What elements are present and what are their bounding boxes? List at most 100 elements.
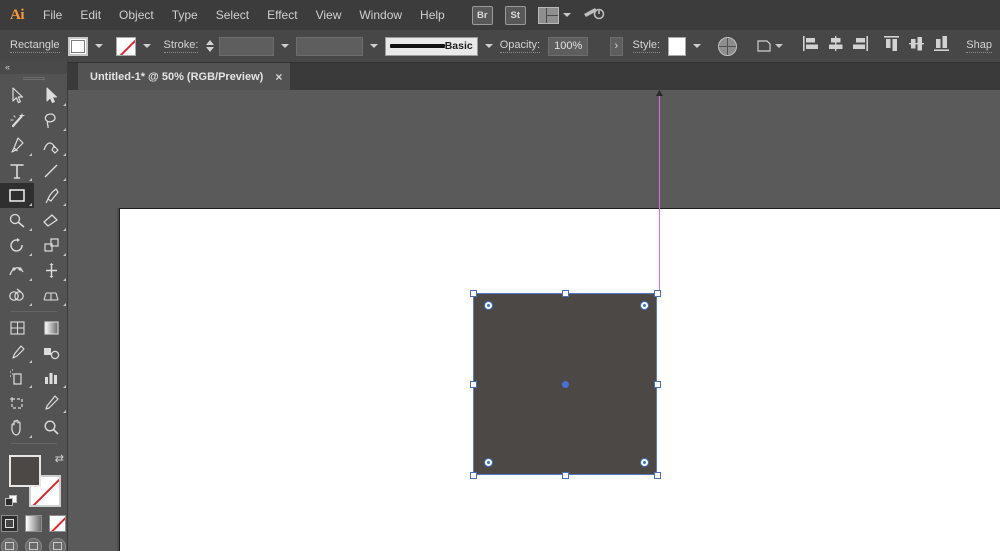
width-tool[interactable] xyxy=(0,258,34,283)
handle-middle-right[interactable] xyxy=(653,380,661,388)
stepper-up-icon[interactable] xyxy=(206,40,215,45)
handle-middle-left[interactable] xyxy=(469,380,477,388)
drawing-mode-behind-button[interactable] xyxy=(25,538,42,551)
zoom-tool[interactable] xyxy=(34,415,68,440)
chevron-down-icon[interactable] xyxy=(775,44,784,48)
direct-selection-tool[interactable] xyxy=(34,83,68,108)
chevron-down-icon[interactable] xyxy=(281,44,290,48)
mesh-tool[interactable] xyxy=(0,315,34,340)
stock-button[interactable]: St xyxy=(504,5,526,25)
paintbrush-tool[interactable] xyxy=(34,183,68,208)
chevron-down-icon[interactable] xyxy=(484,44,493,48)
fill-color-control[interactable] xyxy=(67,36,110,56)
eyedropper-tool[interactable] xyxy=(0,340,34,365)
artboard-tool[interactable] xyxy=(0,390,34,415)
type-tool[interactable] xyxy=(0,158,34,183)
symbol-sprayer-tool[interactable] xyxy=(0,365,34,390)
slice-tool[interactable] xyxy=(34,390,68,415)
collapse-panel-icon[interactable]: « xyxy=(5,62,10,72)
handle-bottom-left[interactable] xyxy=(469,471,477,479)
none-mode-button[interactable] xyxy=(49,515,66,532)
pen-tool[interactable] xyxy=(0,133,34,158)
shape-label[interactable]: Shap xyxy=(966,39,992,53)
color-mode-button[interactable] xyxy=(1,515,18,532)
smart-guide-line xyxy=(659,91,660,293)
magic-wand-tool[interactable] xyxy=(0,108,34,133)
tool-divider xyxy=(0,308,68,315)
shape-builder-tool[interactable] xyxy=(0,283,34,308)
rotate-tool[interactable] xyxy=(0,233,34,258)
canvas-area[interactable] xyxy=(68,90,1000,551)
handle-top-center[interactable] xyxy=(561,289,569,297)
bridge-button[interactable]: Br xyxy=(471,5,493,25)
curvature-tool[interactable] xyxy=(34,133,68,158)
graphic-style-swatch[interactable] xyxy=(668,36,687,56)
gradient-mode-button[interactable] xyxy=(25,515,42,532)
stroke-swatch-none[interactable] xyxy=(115,36,136,56)
blend-tool[interactable] xyxy=(34,340,68,365)
stroke-color-control[interactable] xyxy=(115,36,158,56)
align-center-horizontal-icon[interactable] xyxy=(827,35,844,57)
drawing-mode-inside-button[interactable] xyxy=(49,538,66,551)
corner-radius-widget-bottom-right[interactable] xyxy=(640,458,649,467)
menu-effect[interactable]: Effect xyxy=(258,0,306,30)
line-segment-tool[interactable] xyxy=(34,158,68,183)
corner-radius-widget-top-left[interactable] xyxy=(484,301,493,310)
menu-view[interactable]: View xyxy=(307,0,351,30)
handle-bottom-center[interactable] xyxy=(561,471,569,479)
stroke-weight-stepper[interactable] xyxy=(206,40,215,52)
align-bottom-icon[interactable] xyxy=(933,35,950,57)
arrange-documents-button[interactable] xyxy=(537,6,571,24)
menu-select[interactable]: Select xyxy=(207,0,258,30)
align-top-icon[interactable] xyxy=(883,35,900,57)
align-left-icon[interactable] xyxy=(802,35,819,57)
corner-radius-widget-bottom-left[interactable] xyxy=(484,458,493,467)
fill-swatch[interactable] xyxy=(67,36,88,56)
align-center-vertical-icon[interactable] xyxy=(908,35,925,57)
hand-tool[interactable] xyxy=(0,415,34,440)
opacity-input[interactable]: 100% xyxy=(548,36,589,56)
chevron-down-icon[interactable] xyxy=(94,44,103,48)
rectangle-tool[interactable] xyxy=(0,183,34,208)
chevron-down-icon[interactable] xyxy=(142,44,151,48)
chevron-down-icon[interactable] xyxy=(693,44,702,48)
menu-type[interactable]: Type xyxy=(163,0,207,30)
drawing-mode-normal-button[interactable] xyxy=(1,538,18,551)
menu-window[interactable]: Window xyxy=(350,0,411,30)
stroke-profile-dropdown[interactable] xyxy=(296,36,363,56)
document-tab[interactable]: Untitled-1* @ 50% (RGB/Preview) × xyxy=(78,63,291,90)
transform-panel-button[interactable] xyxy=(756,38,784,54)
selection-tool[interactable] xyxy=(0,83,34,108)
corner-radius-widget-top-right[interactable] xyxy=(640,301,649,310)
scale-tool[interactable] xyxy=(34,233,68,258)
column-graph-tool[interactable] xyxy=(34,365,68,390)
menu-help[interactable]: Help xyxy=(411,0,454,30)
close-icon[interactable]: × xyxy=(275,71,282,83)
lasso-tool[interactable] xyxy=(34,108,68,133)
menu-object[interactable]: Object xyxy=(110,0,163,30)
handle-top-left[interactable] xyxy=(469,289,477,297)
menu-edit[interactable]: Edit xyxy=(71,0,110,30)
brush-definition-dropdown[interactable]: Basic xyxy=(384,36,478,56)
stepper-down-icon[interactable] xyxy=(206,47,215,52)
gradient-tool[interactable] xyxy=(34,315,68,340)
center-anchor-point[interactable] xyxy=(561,380,569,388)
tools-panel-grip[interactable] xyxy=(0,74,67,83)
handle-top-right[interactable] xyxy=(653,289,661,297)
opacity-more-button[interactable]: › xyxy=(610,36,623,56)
shaper-tool[interactable] xyxy=(0,208,34,233)
fill-color-indicator[interactable] xyxy=(9,455,41,487)
perspective-grid-tool[interactable] xyxy=(34,283,68,308)
workspace-search-icon[interactable] xyxy=(583,5,605,26)
eraser-tool[interactable] xyxy=(34,208,68,233)
recolor-artwork-icon[interactable] xyxy=(718,36,738,56)
menu-file[interactable]: File xyxy=(34,0,71,30)
handle-bottom-right[interactable] xyxy=(653,471,661,479)
swap-fill-stroke-icon[interactable]: ⇄ xyxy=(55,452,64,465)
stroke-weight-input[interactable] xyxy=(219,36,275,56)
tools-panel-header[interactable]: « xyxy=(0,60,67,74)
chevron-down-icon[interactable] xyxy=(369,44,378,48)
free-transform-tool[interactable] xyxy=(34,258,68,283)
align-right-icon[interactable] xyxy=(852,35,869,57)
default-fill-stroke-icon[interactable] xyxy=(5,495,18,508)
